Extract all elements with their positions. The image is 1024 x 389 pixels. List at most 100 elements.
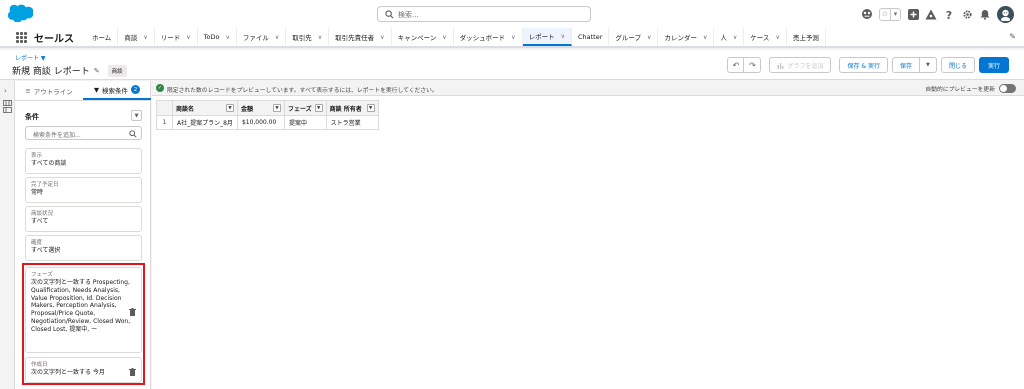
chevron-down-icon[interactable]: ∨ (511, 34, 515, 41)
chevron-down-icon[interactable]: ∨ (561, 33, 565, 40)
nav-item[interactable]: レポート ∨ (522, 28, 572, 46)
chevron-down-icon[interactable]: ∨ (380, 34, 384, 41)
add-chart-button[interactable]: グラフを追加 (769, 57, 832, 73)
nav-item-label: ダッシュボード (459, 34, 506, 42)
chevron-down-icon[interactable]: ∨ (775, 34, 779, 41)
nav-item[interactable]: 取引先 ∨ (286, 28, 330, 46)
table-cell: 提案中 (283, 115, 327, 130)
chevron-down-icon[interactable]: ∨ (647, 34, 651, 41)
chevron-down-icon[interactable]: ∨ (703, 34, 707, 41)
tab-outline[interactable]: ≡ アウトライン (15, 81, 83, 100)
trailhead-icon[interactable] (925, 8, 937, 20)
expand-chevron-icon[interactable]: › (4, 87, 7, 95)
filter-card-opportunity-status[interactable]: 商談状況 すべて (25, 206, 142, 232)
help-icon[interactable]: ? (943, 8, 955, 20)
tab-filters[interactable]: ▼ 検索条件 2 (83, 81, 151, 100)
success-check-icon: ✓ (156, 84, 164, 92)
nav-item[interactable]: ケース ∨ (744, 28, 787, 46)
filter-search-placeholder: 検索条件を追加... (33, 132, 81, 139)
nav-item[interactable]: ダッシュボード ∨ (454, 28, 523, 46)
salesforce-logo[interactable] (7, 4, 34, 23)
nav-item[interactable]: リード ∨ (155, 28, 198, 46)
save-button[interactable]: 保存 (891, 57, 920, 73)
edit-nav-pencil-icon[interactable]: ✎ (1009, 32, 1016, 41)
einstein-icon[interactable] (861, 8, 873, 20)
column-menu-icon[interactable]: ▼ (366, 104, 375, 112)
undo-button[interactable]: ↶ (727, 57, 745, 73)
table-cell: $10,000.00 (236, 115, 285, 130)
filter-label: 完了予定日 (31, 182, 59, 188)
report-title-area: 新規 商談 レポート ✎ 商談 (12, 64, 127, 77)
nav-item[interactable]: グループ ∨ (609, 28, 659, 46)
report-preview-area: ✓ 限定された数のレコードをプレビューしています。すべて表示するには、レポートを… (152, 81, 1024, 389)
filter-card-show[interactable]: 表示 すべての商談 (25, 148, 142, 174)
page-header: レポート ▼ 新規 商談 レポート ✎ 商談 ↶ ↷ グラフを追加 保存 & 実… (0, 50, 1024, 80)
nav-item-label: カレンダー (664, 34, 697, 42)
user-avatar[interactable] (997, 5, 1014, 23)
nav-items: ホーム 商談 ∨ リード ∨ ToDo ∨ ファイル ∨ 取引先 ∨ 取引先責任者 ∨ キャンペーン ∨ ダッ… (86, 28, 826, 46)
nav-item[interactable]: カレンダー ∨ (658, 28, 715, 46)
chevron-down-icon[interactable]: ∨ (225, 34, 229, 41)
global-search-input[interactable]: 検索... (377, 6, 591, 22)
app-launcher-icon[interactable] (16, 32, 27, 43)
save-and-run-button[interactable]: 保存 & 実行 (839, 57, 888, 73)
column-header-label: 商談 所有者 (329, 105, 362, 113)
nav-item-label: ケース (750, 34, 770, 42)
header-buttons: ↶ ↷ グラフを追加 保存 & 実行 保存 ▼ 閉じる 実行 (727, 57, 1009, 73)
chevron-down-icon[interactable]: ∨ (186, 34, 190, 41)
setup-gear-icon[interactable] (961, 8, 973, 20)
nav-item[interactable]: 商談 ∨ (118, 28, 155, 46)
global-header: 検索... ☆ ▾ ? (0, 0, 1024, 28)
redo-button[interactable]: ↷ (744, 57, 762, 73)
nav-item[interactable]: キャンペーン ∨ (392, 28, 454, 46)
nav-item[interactable]: 取引先責任者 ∨ (329, 28, 392, 46)
save-dropdown-button[interactable]: ▼ (919, 57, 937, 73)
chevron-down-icon[interactable]: ∨ (318, 34, 322, 41)
nav-item[interactable]: ファイル ∨ (237, 28, 287, 46)
global-actions-add-icon[interactable] (907, 8, 919, 20)
column-header-label: 金額 (240, 105, 253, 113)
chevron-down-icon[interactable]: ∨ (143, 34, 147, 41)
table-cell[interactable]: ストラ営業 (325, 115, 379, 130)
row-number: 1 (156, 115, 173, 130)
column-header[interactable]: フェーズ ▼ (283, 100, 327, 116)
column-header[interactable]: 金額 ▼ (236, 100, 285, 116)
edit-title-pencil-icon[interactable]: ✎ (94, 67, 100, 75)
nav-item[interactable]: 人 ∨ (714, 28, 745, 46)
chevron-down-icon[interactable]: ∨ (442, 34, 446, 41)
notifications-bell-icon[interactable] (979, 8, 991, 20)
column-menu-icon[interactable]: ▼ (225, 104, 234, 112)
column-menu-icon[interactable]: ▼ (314, 104, 323, 112)
column-menu-icon[interactable]: ▼ (272, 104, 281, 112)
nav-item[interactable]: ToDo ∨ (198, 28, 237, 46)
column-header-label: フェーズ (287, 105, 312, 113)
nav-item-label: 売上予測 (792, 34, 819, 42)
filter-search-input[interactable]: 検索条件を追加... (25, 126, 142, 140)
panel-tabs: ≡ アウトライン ▼ 検索条件 2 (15, 81, 151, 101)
nav-item-label: 取引先 (292, 34, 312, 42)
nav-item-label: ToDo (203, 33, 220, 41)
nav-item[interactable]: ホーム (86, 28, 119, 46)
column-header[interactable]: 商談名 ▼ (172, 100, 238, 116)
filter-card-probability[interactable]: 確度 すべて選択 (25, 235, 142, 261)
auto-preview-label: 自動的にプレビューを更新 (925, 87, 995, 93)
favorites-list-icon[interactable]: ▾ (890, 8, 900, 20)
chevron-down-icon[interactable]: ∨ (733, 34, 737, 41)
auto-preview-toggle[interactable] (999, 84, 1016, 93)
run-button[interactable]: 実行 (979, 57, 1009, 73)
nav-item[interactable]: 売上予測 (787, 28, 826, 46)
nav-item[interactable]: Chatter (572, 28, 610, 46)
chevron-down-icon[interactable]: ∨ (275, 34, 279, 41)
column-header[interactable]: 商談 所有者 ▼ (325, 100, 379, 116)
nav-item-label: キャンペーン (397, 34, 437, 42)
conditions-dropdown-button[interactable]: ▼ (131, 110, 142, 121)
filter-card-close-date[interactable]: 完了予定日 常時 (25, 177, 142, 203)
favorites-star-icon[interactable]: ☆ (880, 9, 890, 20)
favorites-control[interactable]: ☆ ▾ (879, 7, 901, 21)
table-cell[interactable]: A社_提案プラン_8月 (172, 115, 238, 130)
table-row: 1 A社_提案プラン_8月 $10,000.00 提案中 ストラ営業 (156, 115, 379, 130)
breadcrumb[interactable]: レポート ▼ (15, 53, 46, 62)
fields-panel-icon[interactable] (3, 100, 12, 114)
object-type-badge: 商談 (107, 64, 127, 77)
close-button[interactable]: 閉じる (940, 57, 975, 73)
